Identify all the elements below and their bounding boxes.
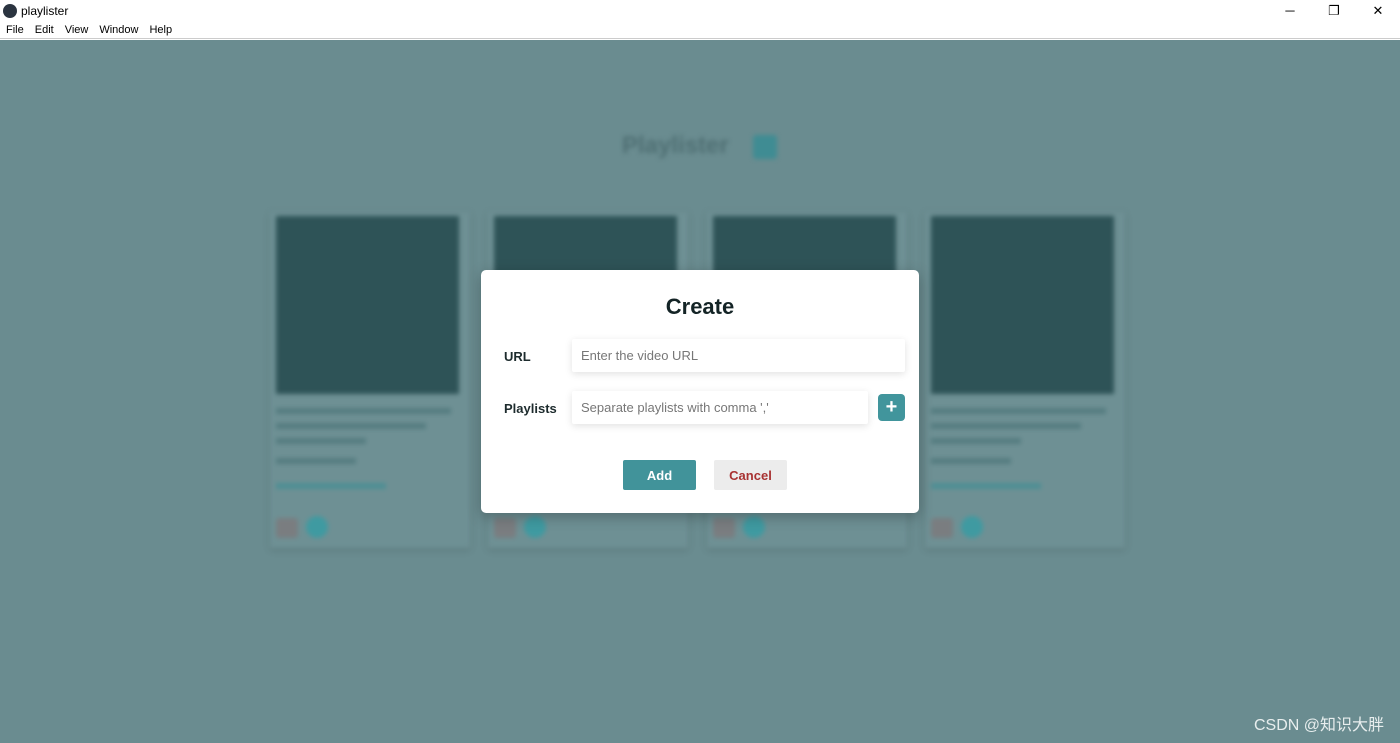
play-icon bbox=[306, 516, 328, 538]
text-line bbox=[931, 458, 1011, 464]
modal-overlay[interactable]: Playlister Create URL Playlists + Add Ca… bbox=[0, 40, 1400, 743]
add-button[interactable]: Add bbox=[623, 460, 696, 490]
play-icon bbox=[743, 516, 765, 538]
watermark: CSDN @知识大胖 bbox=[1253, 717, 1384, 734]
text-line bbox=[931, 438, 1021, 444]
url-label: URL bbox=[504, 349, 531, 364]
maximize-button[interactable]: ❐ bbox=[1312, 0, 1356, 21]
play-icon bbox=[961, 516, 983, 538]
tags bbox=[931, 483, 1041, 489]
menu-help[interactable]: Help bbox=[149, 24, 172, 36]
window-title: playlister bbox=[21, 3, 69, 18]
dialog-title: Create bbox=[665, 294, 735, 319]
text-line bbox=[931, 408, 1106, 414]
delete-icon bbox=[931, 518, 953, 538]
url-input[interactable] bbox=[572, 339, 905, 372]
text-line bbox=[931, 423, 1081, 429]
text-line bbox=[276, 458, 356, 464]
text-line bbox=[276, 438, 366, 444]
menu-edit[interactable]: Edit bbox=[35, 24, 54, 36]
thumbnail bbox=[276, 216, 459, 394]
delete-icon bbox=[494, 518, 516, 538]
menu-window[interactable]: Window bbox=[99, 24, 138, 36]
thumbnail bbox=[931, 216, 1114, 394]
menu-file[interactable]: File bbox=[6, 24, 24, 36]
cancel-button[interactable]: Cancel bbox=[714, 460, 787, 490]
add-icon bbox=[753, 135, 777, 159]
menu-bar: File Edit View Window Help bbox=[0, 21, 1400, 39]
menu-view[interactable]: View bbox=[65, 24, 89, 36]
play-icon bbox=[524, 516, 546, 538]
text-line bbox=[276, 408, 451, 414]
close-button[interactable]: ✕ bbox=[1356, 0, 1400, 21]
text-line bbox=[276, 423, 426, 429]
playlists-label: Playlists bbox=[504, 401, 557, 416]
tags bbox=[276, 483, 386, 489]
title-bar: playlister ─ ❐ ✕ bbox=[0, 0, 1400, 21]
video-card bbox=[925, 212, 1125, 548]
page-title: Playlister bbox=[622, 132, 729, 159]
delete-icon bbox=[713, 518, 735, 538]
playlists-input[interactable] bbox=[572, 391, 868, 424]
minimize-button[interactable]: ─ bbox=[1268, 0, 1312, 21]
app-icon bbox=[3, 3, 17, 18]
create-dialog: Create URL Playlists + Add Cancel bbox=[481, 270, 919, 513]
add-playlist-button[interactable]: + bbox=[878, 394, 905, 421]
video-card bbox=[270, 212, 470, 548]
delete-icon bbox=[276, 518, 298, 538]
